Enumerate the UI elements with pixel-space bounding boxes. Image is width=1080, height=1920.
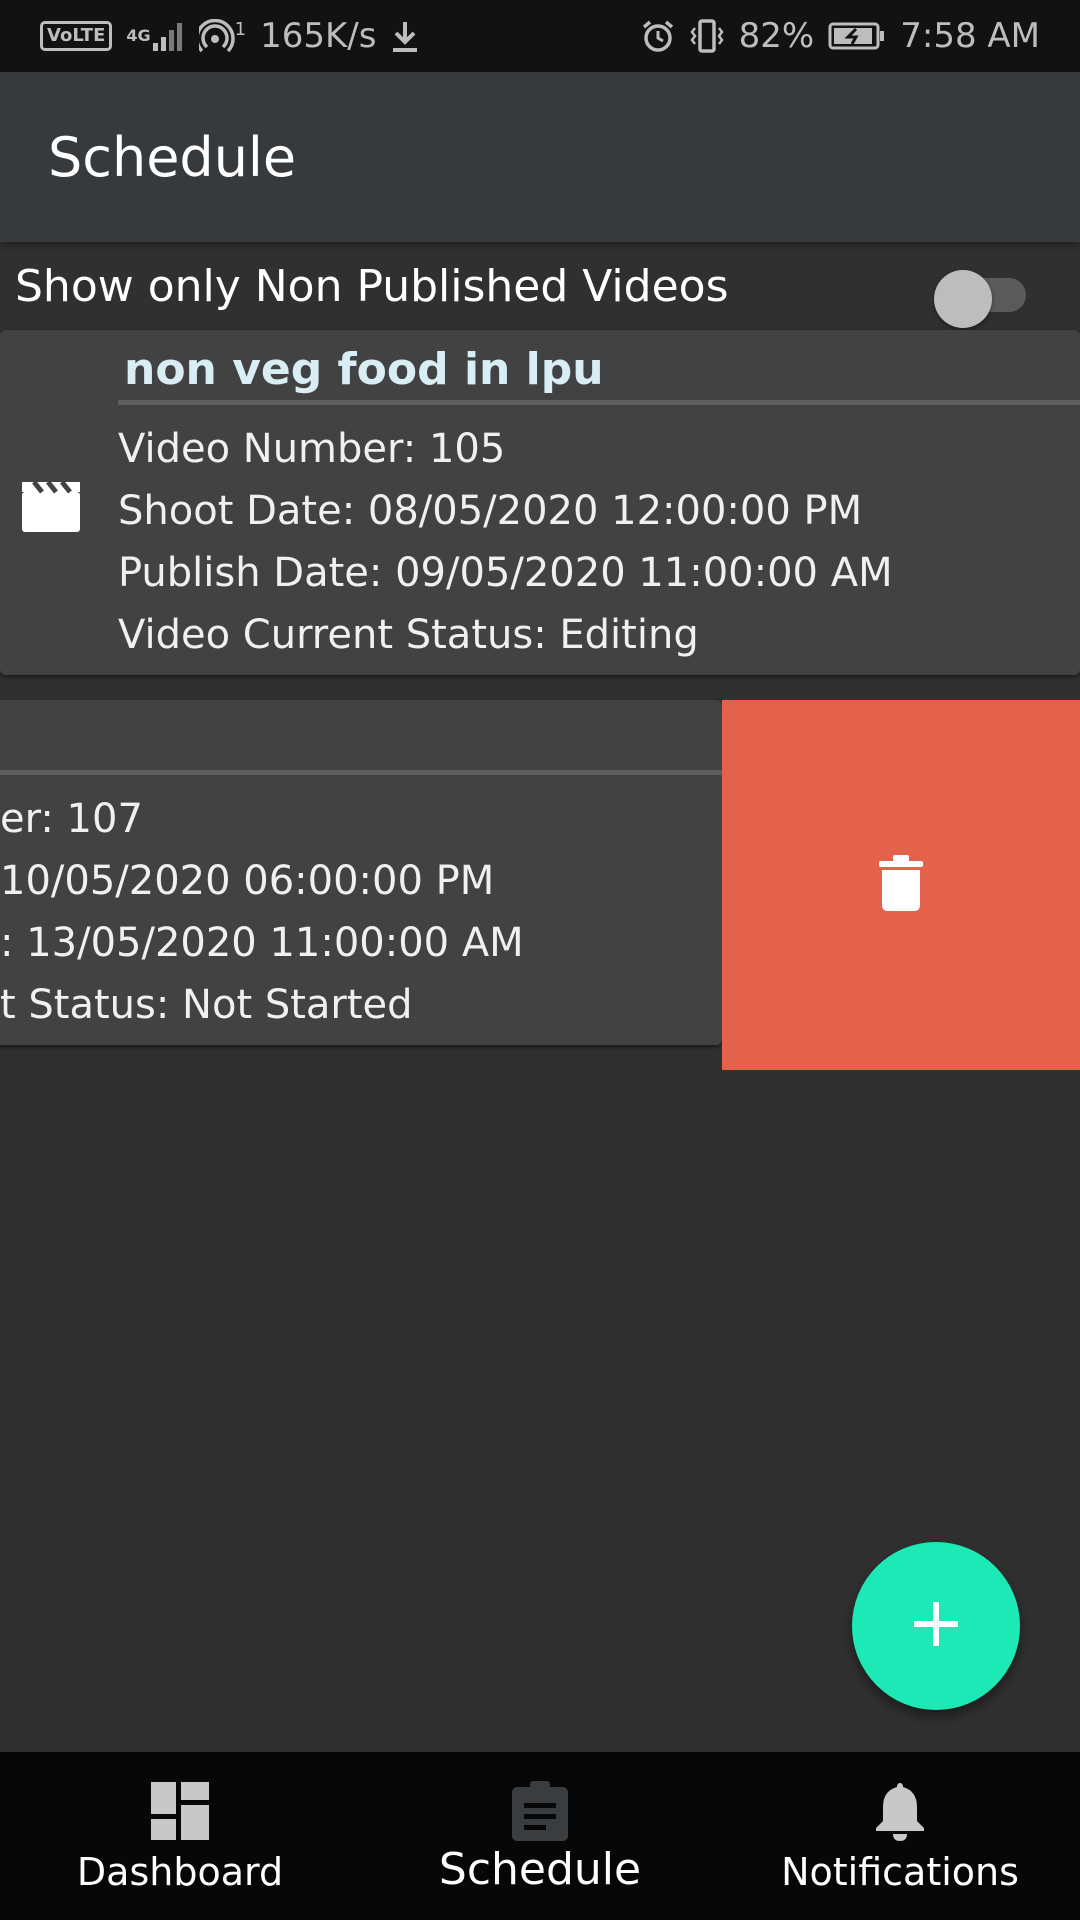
screen: VoLTE 4G 1 165K/s 82% 7:58 AM Schedule S…: [0, 0, 1080, 1920]
delete-button[interactable]: [722, 700, 1080, 1070]
clipboard-icon: [512, 1780, 568, 1842]
status-bar-right: 82% 7:58 AM: [641, 16, 1040, 56]
status-bar: VoLTE 4G 1 165K/s 82% 7:58 AM: [0, 0, 1080, 72]
nav-label: Notifications: [781, 1850, 1019, 1894]
nav-notifications[interactable]: Notifications: [720, 1752, 1080, 1920]
nav-dashboard[interactable]: Dashboard: [0, 1752, 360, 1920]
movie-clapper-icon: [20, 478, 82, 534]
battery-percent: 82%: [738, 16, 815, 56]
hotspot-count: 1: [234, 19, 247, 40]
status-bar-left: VoLTE 4G 1 165K/s: [40, 16, 420, 56]
hotspot-icon: 1: [198, 19, 247, 53]
video-title: non veg food in lpu: [124, 344, 604, 395]
volte-icon: VoLTE: [40, 21, 113, 51]
page-title: Schedule: [48, 125, 297, 189]
add-video-button[interactable]: [852, 1542, 1020, 1710]
bell-icon: [874, 1780, 926, 1842]
publish-date: : 13/05/2020 11:00:00 AM: [0, 920, 524, 966]
video-number: er: 107: [0, 796, 143, 842]
video-number: Video Number: 105: [118, 426, 506, 472]
shoot-date: Shoot Date: 08/05/2020 12:00:00 PM: [118, 488, 863, 534]
non-published-toggle[interactable]: [934, 270, 1030, 328]
signal-icon: 4G: [126, 21, 184, 51]
bottom-navigation: Dashboard Schedule Notifications: [0, 1752, 1080, 1920]
dashboard-icon: [151, 1780, 209, 1842]
video-status: Video Current Status: Editing: [118, 612, 699, 658]
app-bar: Schedule: [0, 72, 1080, 242]
nav-schedule[interactable]: Schedule: [360, 1752, 720, 1920]
nav-label: Schedule: [438, 1844, 642, 1895]
shoot-date: 10/05/2020 06:00:00 PM: [0, 858, 495, 904]
trash-icon: [879, 855, 923, 915]
vibrate-icon: [689, 18, 725, 54]
nav-label: Dashboard: [76, 1850, 284, 1894]
network-speed: 165K/s: [260, 16, 377, 56]
alarm-icon: [641, 19, 675, 53]
card-divider: [118, 400, 1080, 405]
clock-time: 7:58 AM: [900, 16, 1040, 56]
download-icon: [390, 19, 420, 53]
video-card-swiped[interactable]: er: 107 10/05/2020 06:00:00 PM : 13/05/2…: [0, 700, 722, 1045]
network-type: 4G: [126, 26, 151, 45]
toggle-thumb: [934, 270, 992, 328]
filter-label: Show only Non Published Videos: [15, 260, 729, 312]
publish-date: Publish Date: 09/05/2020 11:00:00 AM: [118, 550, 893, 596]
card-divider: [0, 770, 722, 775]
battery-icon: [828, 21, 886, 51]
filter-row: Show only Non Published Videos: [0, 242, 1080, 330]
video-status: t Status: Not Started: [0, 982, 413, 1028]
video-card[interactable]: non veg food in lpu Video Number: 105 Sh…: [0, 330, 1080, 675]
plus-icon: [914, 1602, 958, 1650]
